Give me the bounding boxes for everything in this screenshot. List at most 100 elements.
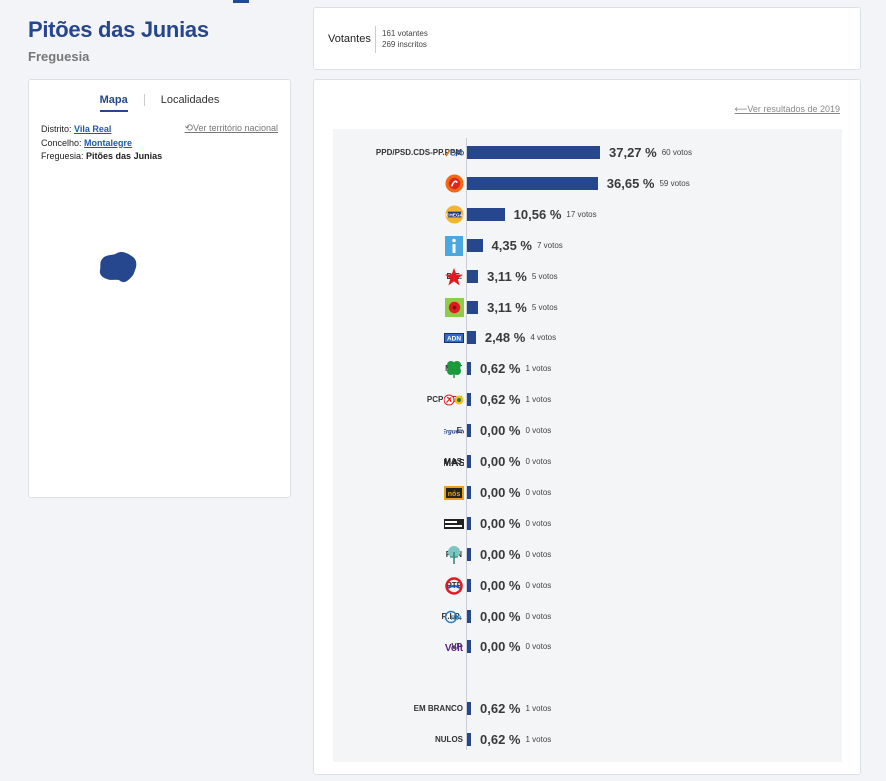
be-logo-icon: [444, 267, 464, 287]
result-percentage: 0,00 %: [480, 577, 521, 593]
result-percentage: 4,35 %: [491, 237, 532, 253]
result-bar[interactable]: [467, 207, 505, 221]
result-percentage: 37,27 %: [609, 145, 657, 160]
result-bar[interactable]: [467, 640, 471, 654]
party-label: NULOS: [435, 735, 463, 745]
result-bar[interactable]: [467, 393, 471, 407]
result-votes: 0 votos: [525, 487, 552, 497]
svg-text:RIR: RIR: [451, 616, 462, 622]
voters-label: Votantes: [328, 33, 371, 45]
result-votes: 0 votos: [525, 518, 552, 528]
chega-logo-icon: CHEGA: [444, 205, 464, 225]
result-bar[interactable]: [467, 733, 471, 747]
result-votes: 1 votos: [525, 364, 552, 374]
result-percentage: 0,62 %: [480, 361, 521, 377]
result-percentage: 0,62 %: [480, 701, 521, 717]
result-votes: 0 votos: [525, 549, 552, 559]
adn-logo-icon: ADN: [444, 328, 464, 348]
result-percentage: 0,62 %: [480, 392, 521, 408]
result-bar[interactable]: [467, 269, 479, 283]
map-tabs: Mapa Localidades: [29, 94, 290, 112]
ptp-logo-icon: [444, 576, 464, 596]
concelho-label: Concelho:: [41, 137, 82, 148]
result-bar[interactable]: [467, 238, 483, 252]
tab-mapa[interactable]: Mapa: [99, 94, 128, 112]
results-chart: PPD/PSD.CDS-PP.PPM37,27 %60 votosPS36,65…: [333, 129, 842, 762]
previous-results-link[interactable]: ⟵Ver resultados de 2019: [735, 104, 840, 115]
result-bar[interactable]: [467, 609, 471, 623]
national-territory-link[interactable]: ⟲Ver território nacional: [185, 123, 278, 134]
ergue-te-logo-icon: Ergue-te: [444, 421, 464, 441]
previous-results-label: Ver resultados de 2019: [747, 104, 840, 114]
result-bar[interactable]: [467, 578, 471, 592]
svg-text:CHEGA: CHEGA: [445, 213, 463, 219]
result-votes: 1 votos: [525, 704, 552, 714]
svg-text:MAS: MAS: [444, 458, 464, 468]
nc-logo-icon: nós: [444, 483, 464, 503]
result-bar[interactable]: [467, 362, 471, 376]
result-votes: 7 votos: [537, 240, 563, 250]
mpt-logo-icon: [444, 359, 464, 379]
result-percentage: 0,00 %: [480, 639, 521, 655]
result-bar[interactable]: [467, 702, 471, 716]
volt-logo-icon: Volt: [444, 637, 464, 657]
concelho-link[interactable]: Montalegre: [84, 138, 132, 148]
result-bar[interactable]: [467, 516, 471, 530]
result-bar[interactable]: [467, 176, 598, 190]
result-row: PAN0,00 %0 votos: [333, 543, 842, 567]
svg-text:nós: nós: [448, 491, 461, 498]
result-percentage: 0,00 %: [480, 423, 521, 439]
svg-text:Ergue-te: Ergue-te: [444, 430, 464, 436]
voters-card: Votantes 161 votantes 269 inscritos: [313, 7, 861, 70]
result-row: ADNADN2,48 %4 votos: [333, 326, 842, 350]
result-row: MAS MAS 0,00 % 0 votos: [333, 450, 842, 474]
distrito-link[interactable]: Vila Real: [74, 124, 111, 134]
result-percentage: 2,48 %: [484, 330, 526, 346]
result-percentage: 3,11 %: [487, 268, 527, 284]
pan-logo-icon: [444, 545, 464, 565]
distrito-row: Distrito: Vila Real: [41, 123, 162, 137]
result-votes: 17 votos: [566, 209, 597, 219]
result-bar[interactable]: [467, 455, 471, 468]
concelho-row: Concelho: Montalegre: [41, 137, 162, 151]
mas-logo-icon: MAS: [444, 452, 464, 472]
result-percentage: 10,56 %: [513, 206, 562, 222]
page-subtitle: Freguesia: [28, 49, 90, 64]
tab-localidades[interactable]: Localidades: [161, 94, 220, 112]
voters-divider: [375, 26, 376, 53]
page-title: Pitões das Junias: [28, 17, 209, 42]
result-row: R.I.R. RIR 0,00 % 0 votos: [333, 605, 842, 629]
national-territory-label: Ver território nacional: [192, 123, 278, 133]
result-percentage: 0,62 %: [480, 732, 521, 748]
result-bar[interactable]: [467, 331, 476, 345]
arrow-left-icon: ⟵: [734, 104, 748, 114]
result-row: L3,11 %5 votos: [333, 296, 842, 320]
result-bar[interactable]: [467, 300, 479, 314]
result-row: MPT0,62 %1 votos: [333, 357, 842, 381]
result-row: EErgue-te0,00 %0 votos: [333, 419, 842, 443]
ppd-psd-coalition-logo-icon: [444, 143, 464, 163]
result-row: PCP-PEV0,62 %1 votos: [333, 388, 842, 412]
result-votes: 1 votos: [525, 735, 552, 745]
result-row: IL4,35 %7 votos: [333, 234, 842, 258]
result-percentage: 0,00 %: [480, 484, 521, 500]
results-card: ⟵Ver resultados de 2019 PPD/PSD.CDS-PP.P…: [313, 79, 861, 775]
nd-logo-icon: [444, 514, 464, 534]
result-row: B.E.3,11 %5 votos: [333, 265, 842, 289]
result-bar[interactable]: [467, 424, 471, 438]
result-row: PS36,65 %59 votos: [333, 172, 842, 196]
parish-map-shape[interactable]: [97, 250, 139, 286]
svg-text:Volt: Volt: [445, 643, 464, 653]
result-row: NCnós0,00 %0 votos: [333, 481, 842, 505]
inscritos-count: 269 inscritos: [382, 40, 427, 49]
result-row: PTP 0,00 % 0 votos: [333, 574, 842, 598]
result-bar[interactable]: [467, 547, 471, 561]
result-votes: 0 votos: [525, 580, 552, 590]
top-accent-mark: [233, 0, 249, 3]
result-bar[interactable]: [467, 146, 600, 159]
result-bar[interactable]: [467, 485, 471, 499]
result-percentage: 0,00 %: [480, 546, 521, 562]
result-votes: 5 votos: [531, 302, 558, 312]
svg-text:ADN: ADN: [447, 336, 461, 343]
undo-arrow-icon: ⟲: [184, 123, 193, 134]
